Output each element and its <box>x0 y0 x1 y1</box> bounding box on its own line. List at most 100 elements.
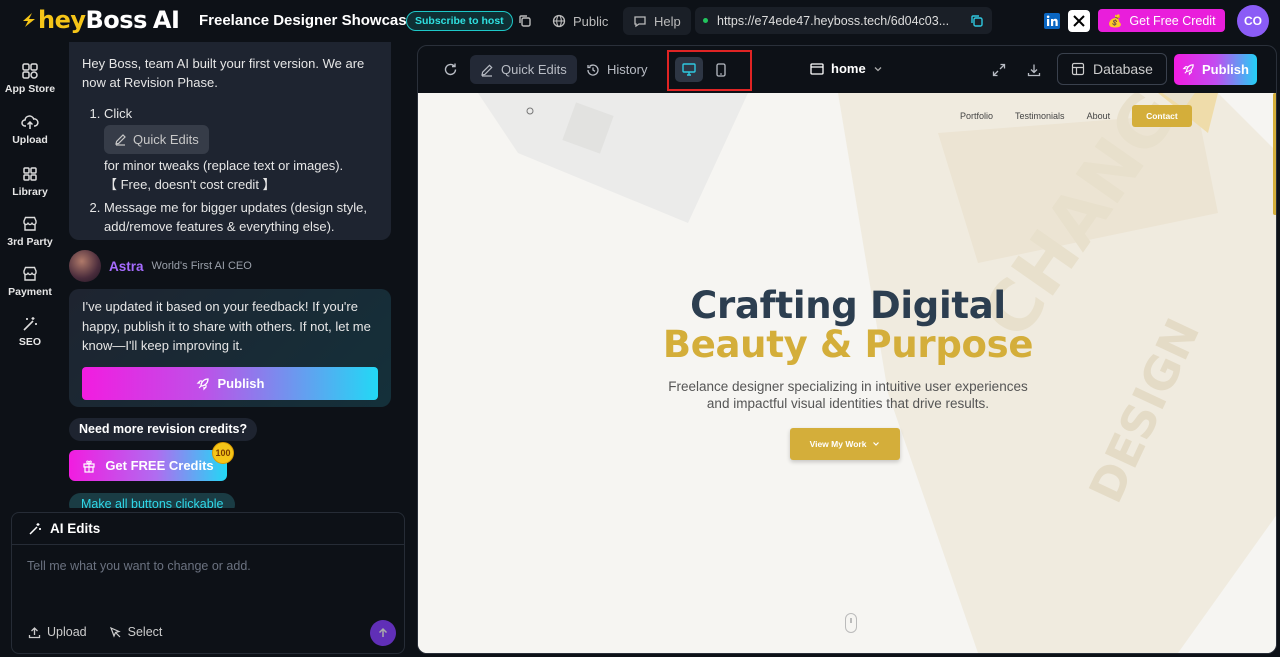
nav-app-store[interactable]: App Store <box>0 62 60 95</box>
public-label: Public <box>573 13 609 29</box>
highlight-box <box>667 50 752 91</box>
magic-edit-icon <box>29 522 41 535</box>
public-button[interactable]: Public <box>552 7 608 35</box>
subscribe-to-host-button[interactable]: Subscribe to host <box>406 11 513 31</box>
arrow-up-icon <box>378 627 388 637</box>
quick-edits-chip-label: Quick Edits <box>133 132 199 147</box>
fullscreen-button[interactable] <box>992 55 1006 84</box>
chat-publish-label: Publish <box>217 375 265 391</box>
money-bag-icon: 💰 <box>1107 13 1123 28</box>
history-label: History <box>607 62 648 77</box>
get-free-credits-label: Get FREE Credits <box>105 458 214 473</box>
help-chat-icon <box>634 16 646 28</box>
pencil-icon <box>115 134 126 146</box>
get-free-credit-label: Get Free Credit <box>1129 13 1216 28</box>
ai-edits-title: AI Edits <box>50 521 101 536</box>
x-twitter-icon[interactable] <box>1068 10 1090 32</box>
nav-label: Payment <box>8 286 52 298</box>
astra-title: World's First AI CEO <box>151 260 252 272</box>
logo-ai: AI <box>152 6 180 34</box>
download-icon <box>1027 64 1041 76</box>
astra-name: Astra <box>109 258 144 274</box>
heyboss-logo[interactable]: hey Boss AI <box>20 6 180 34</box>
store-icon <box>23 216 37 231</box>
page-icon <box>810 62 824 75</box>
history-icon <box>587 63 599 76</box>
help-label: Help <box>654 13 681 29</box>
copy-url-icon[interactable] <box>970 14 984 28</box>
nav-3rd-party[interactable]: 3rd Party <box>0 215 60 248</box>
get-free-credits-button[interactable]: Get FREE Credits <box>69 450 227 481</box>
globe-icon <box>552 14 566 28</box>
nav-payment[interactable]: Payment <box>0 265 60 298</box>
view-my-work-label: View My Work <box>809 439 867 449</box>
step-1: Click Quick Edits for minor tweaks (repl… <box>104 104 378 194</box>
hero-subtitle: Freelance designer specializing in intui… <box>668 379 1028 411</box>
chat-panel: Hey Boss, team AI built your first versi… <box>60 42 410 508</box>
nav-upload[interactable]: Upload <box>0 113 60 146</box>
site-nav: Portfolio Testimonials About Contact <box>960 105 1192 127</box>
help-button[interactable]: Help <box>623 7 691 35</box>
refresh-button[interactable] <box>443 55 458 84</box>
revision-message: Hey Boss, team AI built your first versi… <box>69 42 391 240</box>
site-nav-about[interactable]: About <box>1087 111 1111 121</box>
site-nav-portfolio[interactable]: Portfolio <box>960 111 993 121</box>
history-button[interactable]: History <box>586 55 647 84</box>
nav-seo[interactable]: SEO <box>0 315 60 348</box>
suggestion-chip[interactable]: Make all buttons clickable <box>69 493 236 508</box>
quick-edits-chip[interactable]: Quick Edits <box>104 125 209 154</box>
linkedin-icon[interactable] <box>1041 10 1063 32</box>
upload-label: Upload <box>47 625 87 639</box>
ai-edits-footer: Upload Select <box>28 625 162 639</box>
ai-edits-header: AI Edits <box>12 513 404 545</box>
refresh-icon <box>444 63 457 76</box>
publish-label: Publish <box>1202 62 1249 77</box>
hero-title-line2: Beauty & Purpose <box>662 323 1034 366</box>
credits-badge: 100 <box>212 442 234 464</box>
site-preview: CHANGE DESIGN Portfolio Testimonials Abo… <box>418 93 1276 653</box>
project-title: Freelance Designer Showcase <box>199 12 415 29</box>
nav-label: 3rd Party <box>7 236 53 248</box>
site-nav-testimonials[interactable]: Testimonials <box>1015 111 1065 121</box>
upload-button[interactable]: Upload <box>28 625 87 639</box>
select-label: Select <box>127 625 163 639</box>
preview-toolbar: Quick Edits History home Database Publis… <box>418 46 1276 93</box>
send-button[interactable] <box>370 620 396 646</box>
chat-publish-button[interactable]: Publish <box>82 367 378 400</box>
publish-button[interactable]: Publish <box>1174 54 1257 85</box>
copy-icon[interactable] <box>514 10 536 32</box>
hero-title-line1: Crafting Digital <box>690 284 1006 327</box>
step-2: Message me for bigger updates (design st… <box>104 198 378 236</box>
hero-background-image: CHANGE DESIGN <box>418 93 1276 653</box>
library-icon <box>23 167 37 181</box>
page-selector[interactable]: home <box>810 61 883 76</box>
nav-label: App Store <box>4 83 56 95</box>
step-1-suffix: for minor tweaks (replace text or images… <box>104 158 344 173</box>
preview-panel: Quick Edits History home Database Publis… <box>417 45 1277 654</box>
chevron-down-icon <box>873 442 880 446</box>
page-label: home <box>831 61 866 76</box>
preview-scrollbar[interactable] <box>1273 93 1276 215</box>
ai-edits-input[interactable] <box>27 559 387 599</box>
quick-edits-button[interactable]: Quick Edits <box>470 55 577 84</box>
revision-steps: Click Quick Edits for minor tweaks (repl… <box>82 104 378 236</box>
get-free-credit-button[interactable]: 💰 Get Free Credit <box>1098 9 1225 32</box>
logo-hey: hey <box>38 6 86 34</box>
url-bar[interactable]: https://e74ede47.heyboss.tech/6d04c03... <box>695 7 992 34</box>
seo-wand-icon <box>23 317 37 331</box>
gift-icon <box>83 459 95 473</box>
database-table-icon <box>1071 62 1085 76</box>
user-avatar[interactable]: CO <box>1237 5 1269 37</box>
site-contact-button[interactable]: Contact <box>1132 105 1192 127</box>
view-my-work-button[interactable]: View My Work <box>790 428 900 460</box>
database-button[interactable]: Database <box>1057 53 1167 85</box>
database-label: Database <box>1093 61 1153 77</box>
status-dot <box>703 18 708 23</box>
nav-label: Library <box>12 186 48 198</box>
select-button[interactable]: Select <box>109 625 163 639</box>
download-button[interactable] <box>1027 55 1041 84</box>
cursor-select-icon <box>109 626 121 638</box>
nav-library[interactable]: Library <box>0 165 60 198</box>
revision-intro: Hey Boss, team AI built your first versi… <box>82 56 365 90</box>
expand-icon <box>992 63 1006 76</box>
